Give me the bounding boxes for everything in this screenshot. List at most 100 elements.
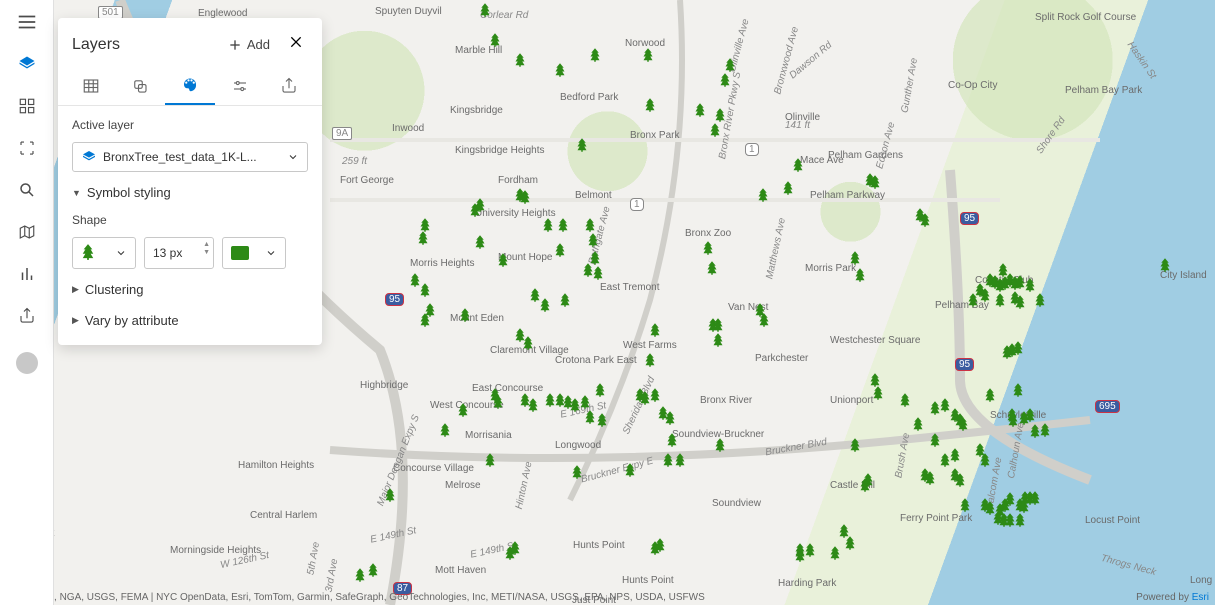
tree-point[interactable] [469,203,481,217]
tree-point[interactable] [596,413,608,427]
size-input[interactable]: 13 px ▲ ▼ [144,237,214,269]
tree-point[interactable] [1029,491,1041,505]
tree-point[interactable] [587,233,599,247]
tree-point[interactable] [424,303,436,317]
tree-point[interactable] [829,546,841,560]
tree-point[interactable] [804,543,816,557]
tree-point[interactable] [719,73,731,87]
tree-point[interactable] [1012,383,1024,397]
tree-point[interactable] [557,218,569,232]
tree-point[interactable] [579,395,591,409]
tree-point[interactable] [724,58,736,72]
tree-point[interactable] [709,123,721,137]
tree-point[interactable] [792,158,804,172]
tree-point[interactable] [1001,345,1013,359]
esri-link[interactable]: Esri [1192,592,1209,603]
tree-point[interactable] [584,410,596,424]
tree-point[interactable] [514,53,526,67]
tab-table[interactable] [66,69,116,105]
tree-point[interactable] [479,3,491,17]
tree-point[interactable] [844,536,856,550]
tree-point[interactable] [859,478,871,492]
tree-point[interactable] [474,235,486,249]
tree-point[interactable] [924,471,936,485]
tree-point[interactable] [417,231,429,245]
tree-point[interactable] [439,423,451,437]
tree-point[interactable] [929,433,941,447]
tree-point[interactable] [979,453,991,467]
tree-point[interactable] [1029,424,1041,438]
tree-point[interactable] [497,253,509,267]
tree-point[interactable] [957,417,969,431]
tree-point[interactable] [939,453,951,467]
search-button[interactable] [13,176,41,204]
tree-point[interactable] [899,393,911,407]
tree-point[interactable] [592,266,604,280]
tree-point[interactable] [1034,293,1046,307]
tree-point[interactable] [872,386,884,400]
tree-point[interactable] [384,488,396,502]
tree-point[interactable] [849,438,861,452]
tree-point[interactable] [649,388,661,402]
tree-point[interactable] [644,98,656,112]
tree-point[interactable] [757,188,769,202]
tree-point[interactable] [959,498,971,512]
shape-picker[interactable] [72,237,136,269]
clustering-toggle[interactable]: ▶ Clustering [72,279,308,300]
tree-point[interactable] [954,473,966,487]
basemap-button[interactable] [13,218,41,246]
tree-point[interactable] [694,103,706,117]
tree-point[interactable] [912,417,924,431]
tree-point[interactable] [984,388,996,402]
tree-point[interactable] [674,453,686,467]
layers-button[interactable] [13,50,41,78]
menu-button[interactable] [13,8,41,36]
tree-point[interactable] [666,433,678,447]
tree-point[interactable] [662,453,674,467]
tree-point[interactable] [459,308,471,322]
tree-point[interactable] [782,181,794,195]
tree-point[interactable] [642,48,654,62]
grid-button[interactable] [13,92,41,120]
tree-point[interactable] [997,263,1009,277]
tree-point[interactable] [542,218,554,232]
tree-point[interactable] [419,283,431,297]
tree-point[interactable] [522,336,534,350]
tree-point[interactable] [644,353,656,367]
tree-point[interactable] [1024,408,1036,422]
tree-point[interactable] [714,438,726,452]
tree-point[interactable] [657,406,669,420]
add-layer-button[interactable]: Add [221,33,276,57]
share-button[interactable] [13,302,41,330]
tree-point[interactable] [484,453,496,467]
tree-point[interactable] [992,511,1004,525]
tree-point[interactable] [649,541,661,555]
tree-point[interactable] [554,243,566,257]
tree-point[interactable] [594,383,606,397]
chart-button[interactable] [13,260,41,288]
tree-point[interactable] [354,568,366,582]
tree-point[interactable] [869,175,881,189]
tree-point[interactable] [457,403,469,417]
tree-point[interactable] [1014,295,1026,309]
tree-point[interactable] [714,108,726,122]
tree-point[interactable] [712,333,724,347]
active-layer-select[interactable]: BronxTree_test_data_1K-L... [72,142,308,172]
tab-group[interactable] [116,69,166,105]
symbol-styling-toggle[interactable]: ▼ Symbol styling [72,182,308,203]
tree-point[interactable] [974,283,986,297]
tree-point[interactable] [649,323,661,337]
tree-point[interactable] [576,138,588,152]
vary-by-attribute-toggle[interactable]: ▶ Vary by attribute [72,310,308,331]
tree-point[interactable] [367,563,379,577]
tree-point[interactable] [706,261,718,275]
tree-point[interactable] [539,298,551,312]
tree-point[interactable] [489,33,501,47]
tree-point[interactable] [1159,258,1171,272]
tab-style[interactable] [165,69,215,105]
spinner-down[interactable]: ▼ [203,249,210,257]
tree-point[interactable] [584,218,596,232]
tree-point[interactable] [509,541,521,555]
tree-point[interactable] [624,463,636,477]
tree-point[interactable] [854,268,866,282]
